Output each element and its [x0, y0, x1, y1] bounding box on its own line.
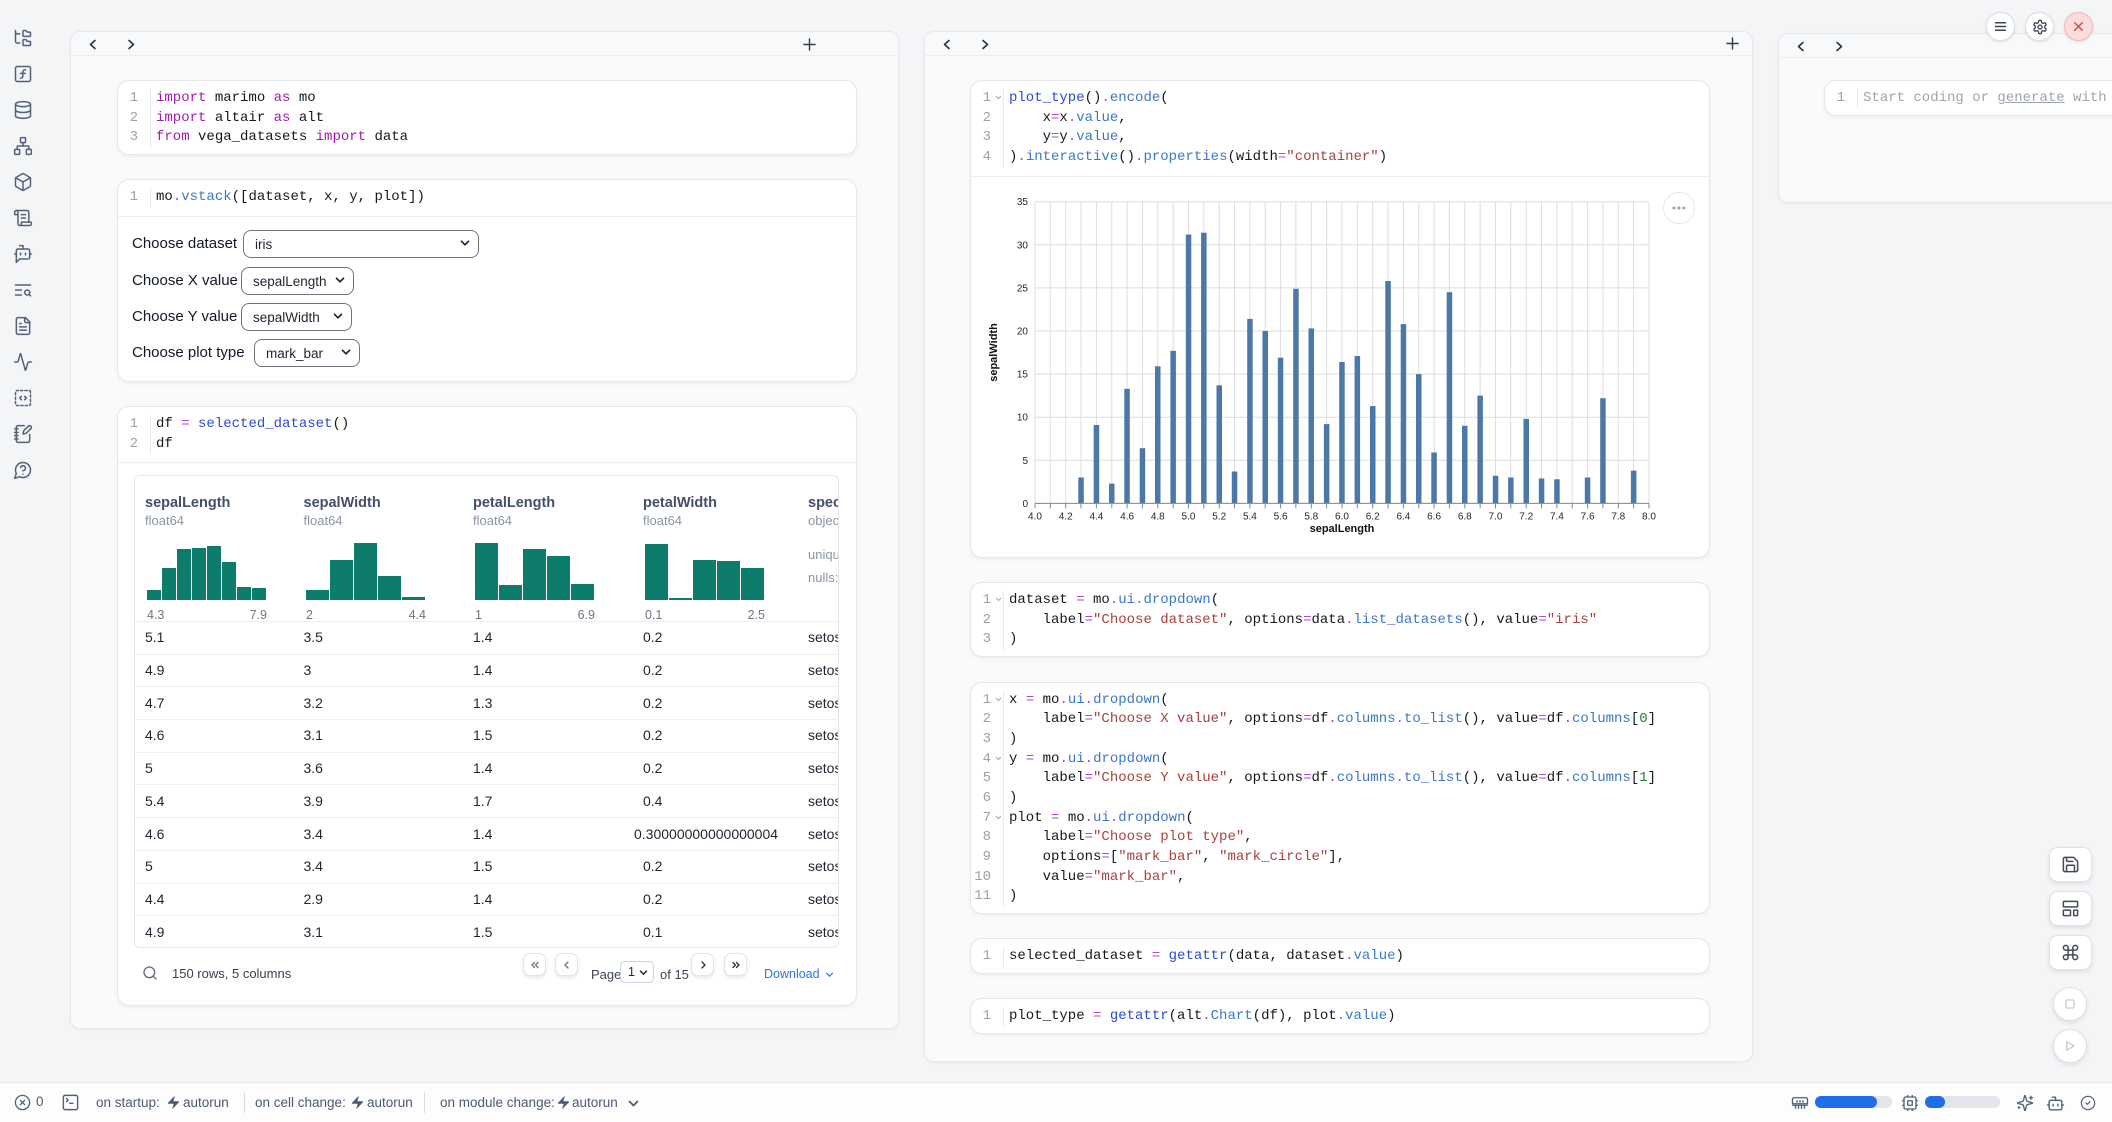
svg-text:4.4: 4.4	[1089, 511, 1103, 522]
svg-text:0: 0	[1022, 499, 1028, 510]
svg-text:7.8: 7.8	[1611, 511, 1625, 522]
svg-text:6.6: 6.6	[1427, 511, 1441, 522]
svg-text:6.4: 6.4	[1396, 511, 1410, 522]
svg-text:4.2: 4.2	[1059, 511, 1073, 522]
svg-text:5: 5	[1022, 456, 1028, 467]
svg-text:15: 15	[1017, 370, 1029, 381]
svg-text:5.6: 5.6	[1274, 511, 1288, 522]
svg-text:5.4: 5.4	[1243, 511, 1257, 522]
svg-text:35: 35	[1017, 197, 1029, 208]
svg-text:7.0: 7.0	[1489, 511, 1503, 522]
svg-text:5.0: 5.0	[1182, 511, 1196, 522]
svg-text:6.8: 6.8	[1458, 511, 1472, 522]
svg-text:7.6: 7.6	[1581, 511, 1595, 522]
svg-text:7.4: 7.4	[1550, 511, 1564, 522]
svg-text:sepalWidth: sepalWidth	[988, 323, 1000, 382]
svg-text:6.2: 6.2	[1366, 511, 1380, 522]
svg-text:5.8: 5.8	[1304, 511, 1318, 522]
svg-text:25: 25	[1017, 283, 1029, 294]
svg-text:4.0: 4.0	[1028, 511, 1042, 522]
svg-text:4.8: 4.8	[1151, 511, 1165, 522]
svg-text:7.2: 7.2	[1519, 511, 1533, 522]
svg-text:4.6: 4.6	[1120, 511, 1134, 522]
svg-text:8.0: 8.0	[1642, 511, 1656, 522]
svg-text:20: 20	[1017, 327, 1029, 338]
svg-text:10: 10	[1017, 413, 1029, 424]
svg-text:sepalLength: sepalLength	[1310, 523, 1375, 535]
svg-text:30: 30	[1017, 240, 1029, 251]
svg-text:6.0: 6.0	[1335, 511, 1349, 522]
svg-text:5.2: 5.2	[1212, 511, 1226, 522]
